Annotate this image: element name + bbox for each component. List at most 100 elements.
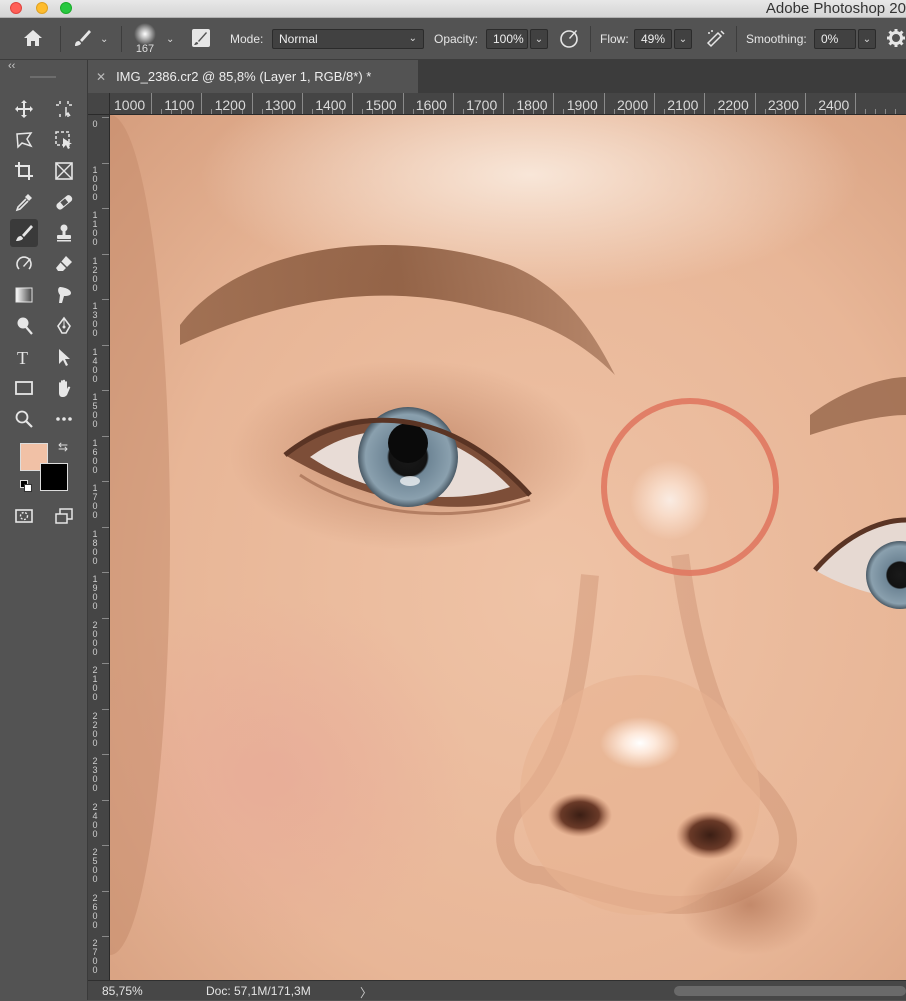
- ruler-minor-tick: [161, 109, 163, 114]
- ruler-minor-tick: [714, 109, 716, 114]
- close-icon[interactable]: ✕: [96, 70, 106, 84]
- brush-size-picker[interactable]: 167: [134, 18, 156, 60]
- ruler-tick: [352, 93, 354, 114]
- zoom-level[interactable]: 85,75%: [102, 984, 143, 998]
- edit-toolbar-button[interactable]: [50, 405, 78, 433]
- face-photo: [110, 115, 906, 980]
- ruler-tick: [201, 93, 203, 114]
- ruler-tick: [102, 344, 109, 346]
- dodge-tool[interactable]: [10, 312, 38, 340]
- brush-tool[interactable]: [10, 219, 38, 247]
- pressure-opacity-toggle[interactable]: [558, 18, 582, 60]
- ruler-label: 1100: [164, 97, 195, 113]
- type-tool[interactable]: T: [10, 343, 38, 371]
- ruler-label: 1000: [92, 164, 98, 202]
- ruler-tick: [452, 93, 454, 114]
- ruler-label: 1600: [415, 97, 447, 113]
- artboard-tool[interactable]: [50, 95, 78, 123]
- ruler-label: 1300: [92, 301, 98, 338]
- smoothing-input[interactable]: 0%: [814, 29, 856, 49]
- history-brush-icon: [16, 256, 32, 270]
- lasso-tool[interactable]: [10, 126, 38, 154]
- collapse-panel-button[interactable]: ‹‹: [8, 60, 15, 72]
- airbrush-toggle[interactable]: [704, 18, 728, 60]
- background-color-swatch[interactable]: [40, 463, 68, 491]
- ruler-label: 1100: [92, 210, 98, 247]
- history-brush-tool[interactable]: [10, 250, 38, 278]
- status-bar: 85,75% Doc: 57,1M/171,3M 〉: [88, 980, 906, 1000]
- eraser-icon: [56, 256, 72, 271]
- eyedropper-tool[interactable]: [10, 188, 38, 216]
- ruler-label: 2600: [92, 892, 98, 930]
- screen-mode-button[interactable]: [50, 502, 78, 530]
- rectangle-tool[interactable]: [10, 374, 38, 402]
- horizontal-scrollbar[interactable]: [674, 986, 906, 996]
- brush-settings-icon: [190, 27, 212, 52]
- pen-tool[interactable]: [50, 312, 78, 340]
- crop-tool[interactable]: [10, 157, 38, 185]
- brush-settings-toggle[interactable]: [190, 18, 212, 60]
- home-button[interactable]: [22, 18, 44, 60]
- ruler-label: 1200: [92, 255, 98, 293]
- quick-mask-button[interactable]: [10, 502, 38, 530]
- zoom-tool[interactable]: [10, 405, 38, 433]
- chevron-down-icon: ⌄: [100, 33, 109, 45]
- eraser-tool[interactable]: [50, 250, 78, 278]
- window-close-button[interactable]: [10, 2, 22, 14]
- window-maximize-button[interactable]: [60, 2, 72, 14]
- ruler-minor-tick: [895, 109, 897, 114]
- healing-brush-tool[interactable]: [50, 188, 78, 216]
- object-selection-tool[interactable]: [50, 126, 78, 154]
- gradient-tool[interactable]: [10, 281, 38, 309]
- pressure-opacity-icon: [558, 27, 582, 52]
- ruler-tick: [102, 799, 109, 801]
- path-selection-tool[interactable]: [50, 343, 78, 371]
- mode-select[interactable]: Normal ⌄: [272, 29, 424, 49]
- frame-tool[interactable]: [50, 157, 78, 185]
- hand-tool[interactable]: [50, 374, 78, 402]
- ruler-label: 1600: [92, 437, 98, 475]
- default-colors-icon[interactable]: [20, 480, 32, 492]
- ruler-minor-tick: [311, 109, 313, 114]
- chevron-down-icon[interactable]: ⌄: [166, 34, 174, 45]
- mode-value: Normal: [279, 32, 318, 46]
- smoothing-options-button[interactable]: [886, 18, 906, 60]
- flow-input[interactable]: 49%: [634, 29, 672, 49]
- ruler-label: 1000: [114, 97, 146, 113]
- ruler-minor-tick: [814, 109, 816, 114]
- document-canvas[interactable]: [110, 115, 906, 980]
- ruler-tick: [102, 162, 109, 164]
- smudge-tool[interactable]: [50, 281, 78, 309]
- ruler-minor-tick: [412, 109, 414, 114]
- swap-colors-icon[interactable]: ⇆: [58, 440, 68, 454]
- move-tool[interactable]: [10, 95, 38, 123]
- opacity-dropdown[interactable]: ⌄: [530, 29, 548, 49]
- ruler-minor-tick: [563, 109, 565, 114]
- type-icon: T: [17, 348, 28, 367]
- clone-stamp-tool[interactable]: [50, 219, 78, 247]
- tool-preset-picker[interactable]: ⌄: [70, 18, 108, 60]
- move-icon: [15, 100, 33, 118]
- ruler-tick: [102, 481, 109, 482]
- ruler-label: 1800: [516, 97, 548, 113]
- ruler-tick: [102, 572, 109, 573]
- document-tab[interactable]: ✕ IMG_2386.cr2 @ 85,8% (Layer 1, RGB/8*)…: [88, 60, 418, 93]
- vertical-ruler[interactable]: 0 1000 1100 1200 1300 1400 1500 1600 1700 1800 190…: [88, 115, 110, 980]
- ruler-origin[interactable]: [88, 93, 110, 115]
- ruler-tick: [102, 936, 109, 937]
- horizontal-ruler[interactable]: 1000 1100 1200 1300 1400 1500 1600 1700 1800 1900…: [110, 93, 906, 115]
- status-menu-arrow[interactable]: 〉: [360, 984, 372, 1001]
- opacity-input[interactable]: 100%: [486, 29, 528, 49]
- ruler-label: 2100: [667, 97, 699, 113]
- document-title: IMG_2386.cr2 @ 85,8% (Layer 1, RGB/8*) *: [116, 69, 372, 84]
- ruler-minor-tick: [362, 109, 364, 114]
- ruler-label: 2000: [92, 619, 98, 657]
- smoothing-dropdown[interactable]: ⌄: [858, 29, 876, 49]
- quick-mask-icon: [15, 509, 33, 523]
- ruler-minor-tick: [462, 109, 464, 114]
- window-minimize-button[interactable]: [36, 2, 48, 14]
- toolbox-grip[interactable]: [30, 76, 56, 78]
- flow-dropdown[interactable]: ⌄: [674, 29, 692, 49]
- ruler-minor-tick: [211, 109, 213, 114]
- chevron-down-icon: ⌄: [678, 33, 688, 45]
